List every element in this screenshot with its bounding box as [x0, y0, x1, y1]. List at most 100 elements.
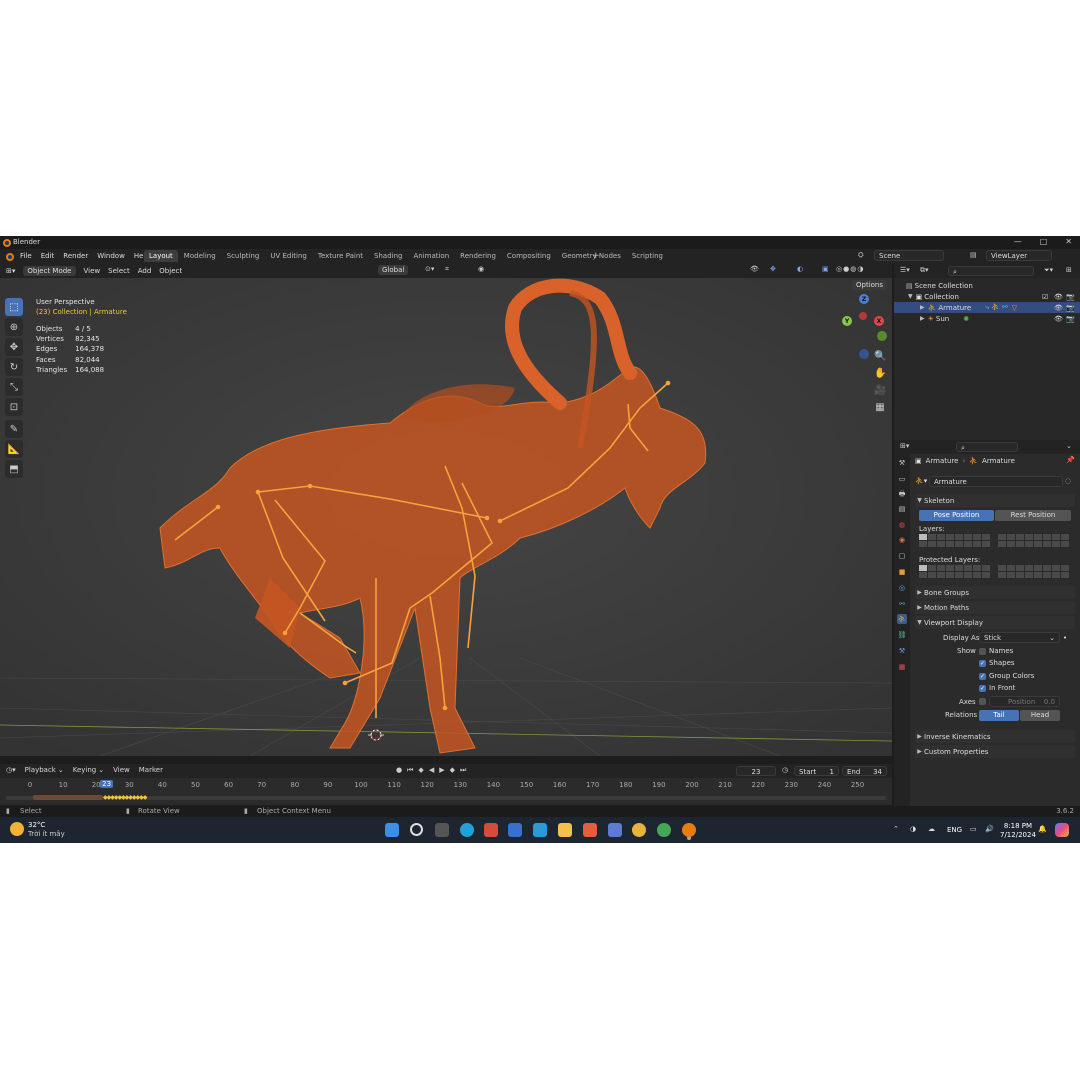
armature-modifiers-icon[interactable]: ⤷⛹⚯ [985, 303, 1010, 312]
object-tab-icon[interactable]: ■ [897, 567, 907, 577]
fake-user-icon[interactable]: ◌ [1065, 477, 1071, 485]
world-tab-icon[interactable]: ◉ [897, 535, 907, 545]
vp-menu-select[interactable]: Select [108, 267, 130, 275]
sun-render-icon[interactable]: 📷 [1066, 315, 1075, 323]
start-frame-field[interactable]: Start 1 [794, 766, 839, 776]
protected-layers-grid-b[interactable] [998, 565, 1069, 578]
inverse-kinematics-panel-header[interactable]: ▶ Inverse Kinematics [915, 730, 1075, 743]
expand-arrow-icon[interactable]: ▶ [920, 315, 925, 322]
tray-app-icon[interactable]: ◑ [910, 825, 916, 833]
physics-tab-icon[interactable]: ◎ [897, 583, 907, 593]
timeline-menu-view[interactable]: View [113, 766, 130, 774]
filter-icon[interactable]: ⏷▾ [1044, 266, 1053, 275]
zoom-icon[interactable]: 🔍 [874, 351, 886, 363]
move-tool[interactable]: ✥ [5, 338, 23, 356]
cursor-tool[interactable]: ⊕ [5, 318, 23, 336]
pan-hand-icon[interactable]: ✋ [874, 368, 886, 380]
scene-field[interactable]: Scene [874, 250, 944, 261]
mode-dropdown[interactable]: Object Mode [23, 266, 76, 276]
record-icon[interactable]: ● [396, 766, 402, 775]
tab-uv-editing[interactable]: UV Editing [265, 250, 312, 262]
tab-rendering[interactable]: Rendering [455, 250, 501, 262]
tab-shading[interactable]: Shading [369, 250, 407, 262]
3d-viewport[interactable]: Options User Perspective (23) Collection… [0, 278, 892, 756]
gizmo-y-axis[interactable]: Y [842, 316, 852, 326]
overlay-toggle-icon[interactable]: ◐ [797, 265, 803, 273]
vp-menu-object[interactable]: Object [159, 267, 182, 275]
minimize-button[interactable]: — [1014, 237, 1022, 246]
current-frame-field[interactable]: 23 [736, 766, 776, 776]
pose-position-button[interactable]: Pose Position [919, 510, 994, 521]
viewport-display-panel-header[interactable]: ▼ Viewport Display [915, 616, 1075, 629]
task-view-icon[interactable] [435, 823, 449, 837]
shapes-checkbox[interactable]: ✓ Shapes [979, 659, 1015, 667]
clock-icon[interactable]: ◷ [782, 766, 788, 774]
armature-data-tab-icon[interactable]: ⛹ [897, 614, 907, 624]
next-key-icon[interactable]: ◆ [450, 766, 455, 775]
pin-icon[interactable]: 📌 [1066, 456, 1075, 464]
menu-edit[interactable]: Edit [41, 252, 55, 260]
bone-groups-panel-header[interactable]: ▶ Bone Groups [915, 586, 1075, 599]
menu-file[interactable]: File [20, 252, 32, 260]
custom-properties-panel-header[interactable]: ▶ Custom Properties [915, 745, 1075, 758]
outliner-search[interactable]: ⌕ [948, 266, 1034, 276]
jump-end-icon[interactable]: ⏭ [460, 766, 466, 775]
bone-constraint-tab-icon[interactable]: ⚒ [897, 646, 907, 656]
expand-arrow-icon[interactable]: ▶ [920, 304, 925, 311]
blender-taskbar-icon[interactable] [682, 823, 696, 837]
select-box-tool[interactable]: ⬚ [5, 298, 23, 316]
store-icon[interactable] [508, 823, 522, 837]
cloud-icon[interactable]: ☁ [928, 825, 935, 833]
rotate-tool[interactable]: ↻ [5, 358, 23, 376]
timeline-editor-icon[interactable]: ◷▾ [6, 766, 16, 774]
timeline-menu-playback[interactable]: Playback [25, 766, 56, 774]
outliner-editor-icon[interactable]: ☰▾ [900, 266, 910, 274]
vp-menu-add[interactable]: Add [138, 267, 152, 275]
armature-datablock-icon[interactable]: ⛹▾ [915, 477, 927, 485]
gizmo-z-axis[interactable]: Z [859, 294, 869, 304]
gizmo-neg-z[interactable] [859, 349, 869, 359]
language-indicator[interactable]: ENG [947, 826, 962, 834]
animate-dot-icon[interactable]: • [1063, 634, 1067, 642]
chrome-icon[interactable] [632, 823, 646, 837]
network-icon[interactable]: ▭ [970, 825, 977, 833]
measure-tool[interactable]: 📐 [5, 440, 23, 458]
start-icon[interactable] [385, 823, 399, 837]
gizmo-toggle-icon[interactable]: ✥ [770, 265, 776, 273]
snap-icon[interactable]: ⌗ [445, 265, 449, 274]
relations-tail-button[interactable]: Tail [979, 710, 1019, 721]
skeleton-panel-header[interactable]: ▼ Skeleton [915, 494, 1075, 507]
playhead-frame[interactable]: 23 [100, 780, 114, 788]
weather-desc[interactable]: Trời ít mây [28, 830, 65, 838]
system-clock[interactable]: 8:18 PM 7/12/2024 [1000, 822, 1036, 840]
collection-visibility-icon[interactable]: 👁 [1054, 293, 1063, 301]
play-reverse-icon[interactable]: ◀ [429, 766, 434, 775]
tray-chevron-icon[interactable]: ⌃ [893, 825, 899, 833]
ortho-grid-icon[interactable]: ▦ [874, 402, 886, 414]
weather-temp[interactable]: 32°C [28, 821, 45, 829]
menu-window[interactable]: Window [97, 252, 125, 260]
close-button[interactable]: ✕ [1065, 237, 1072, 246]
view-layer-field[interactable]: ViewLayer [986, 250, 1052, 261]
axes-checkbox[interactable] [979, 698, 986, 705]
volume-icon[interactable]: 🔊 [985, 825, 994, 833]
add-cube-tool[interactable]: ⬒ [5, 460, 23, 478]
xray-toggle-icon[interactable]: ▣ [822, 265, 829, 273]
armature-render-icon[interactable]: 📷 [1066, 304, 1075, 312]
layers-grid-b[interactable] [998, 534, 1069, 547]
snipping-icon[interactable] [484, 823, 498, 837]
sun-data-icon[interactable]: ✺ [963, 315, 969, 323]
tab-sculpting[interactable]: Sculpting [222, 250, 265, 262]
options-dropdown[interactable]: Options [852, 280, 888, 290]
scene-selector[interactable]: ⛭ Scene [858, 250, 968, 262]
armature-visibility-icon[interactable]: 👁 [1054, 304, 1063, 312]
visibility-icon[interactable]: 👁 [750, 265, 759, 273]
outliner-row-sun[interactable]: ▶ ☀ Sun ✺ 👁 📷 [894, 313, 1080, 324]
protected-layers-grid-a[interactable] [919, 565, 990, 578]
vp-menu-view[interactable]: View [84, 267, 101, 275]
weather-icon[interactable] [10, 822, 24, 836]
rest-position-button[interactable]: Rest Position [995, 510, 1071, 521]
relations-head-button[interactable]: Head [1020, 710, 1060, 721]
copilot-icon[interactable] [1055, 823, 1069, 837]
constraints-tab-icon[interactable]: ⚯ [897, 599, 907, 609]
